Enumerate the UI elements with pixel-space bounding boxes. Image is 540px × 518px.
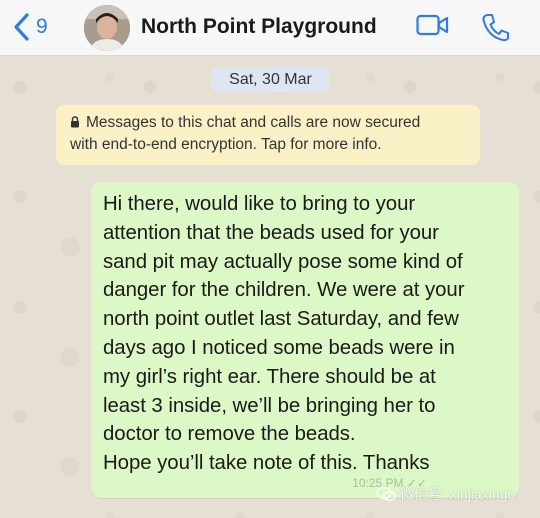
- encryption-notice-line-2: with end-to-end encryption. Tap for more…: [70, 136, 382, 153]
- voice-call-button[interactable]: [481, 12, 509, 47]
- message-line: north point outlet last Saturday, and fe…: [103, 308, 459, 331]
- message-line: Hi there, would like to bring to your: [103, 193, 416, 215]
- message-line: doctor to remove the beads.: [103, 423, 356, 446]
- message-line: sand pit may actually pose some kind of: [103, 250, 463, 273]
- wechat-watermark: 微信号: xinjiaxingo: [376, 484, 515, 504]
- chat-header: 9 North Point Playground: [0, 0, 540, 56]
- avatar[interactable]: [84, 5, 130, 51]
- video-call-button[interactable]: [416, 12, 450, 43]
- unread-count: 9: [36, 15, 48, 38]
- chevron-left-icon: [14, 13, 29, 41]
- wechat-icon: [376, 486, 396, 502]
- video-camera-icon: [416, 14, 449, 36]
- encryption-notice-line-1: Messages to this chat and calls are now …: [70, 112, 470, 134]
- encryption-notice[interactable]: Messages to this chat and calls are now …: [56, 105, 480, 165]
- back-button[interactable]: 9: [12, 10, 48, 44]
- message-line: my girl’s right ear. There should be at: [103, 365, 436, 388]
- chat-title[interactable]: North Point Playground: [141, 15, 377, 39]
- message-line: danger for the children. We were at your: [103, 279, 465, 302]
- watermark-text: 微信号: xinjiaxingo: [400, 486, 516, 502]
- lock-icon: [71, 116, 79, 128]
- message-line: Hope you’ll take note of this. Thanks: [103, 452, 430, 475]
- incoming-message-bubble[interactable]: Hi there, would like to bring to your at…: [91, 182, 519, 498]
- date-separator: Sat, 30 Mar: [211, 67, 330, 92]
- phone-icon: [482, 14, 509, 42]
- message-line: days ago I noticed some beads were in: [103, 336, 455, 359]
- message-line: least 3 inside, we’ll be bringing her to: [103, 394, 436, 417]
- message-line: attention that the beads used for your: [103, 221, 439, 244]
